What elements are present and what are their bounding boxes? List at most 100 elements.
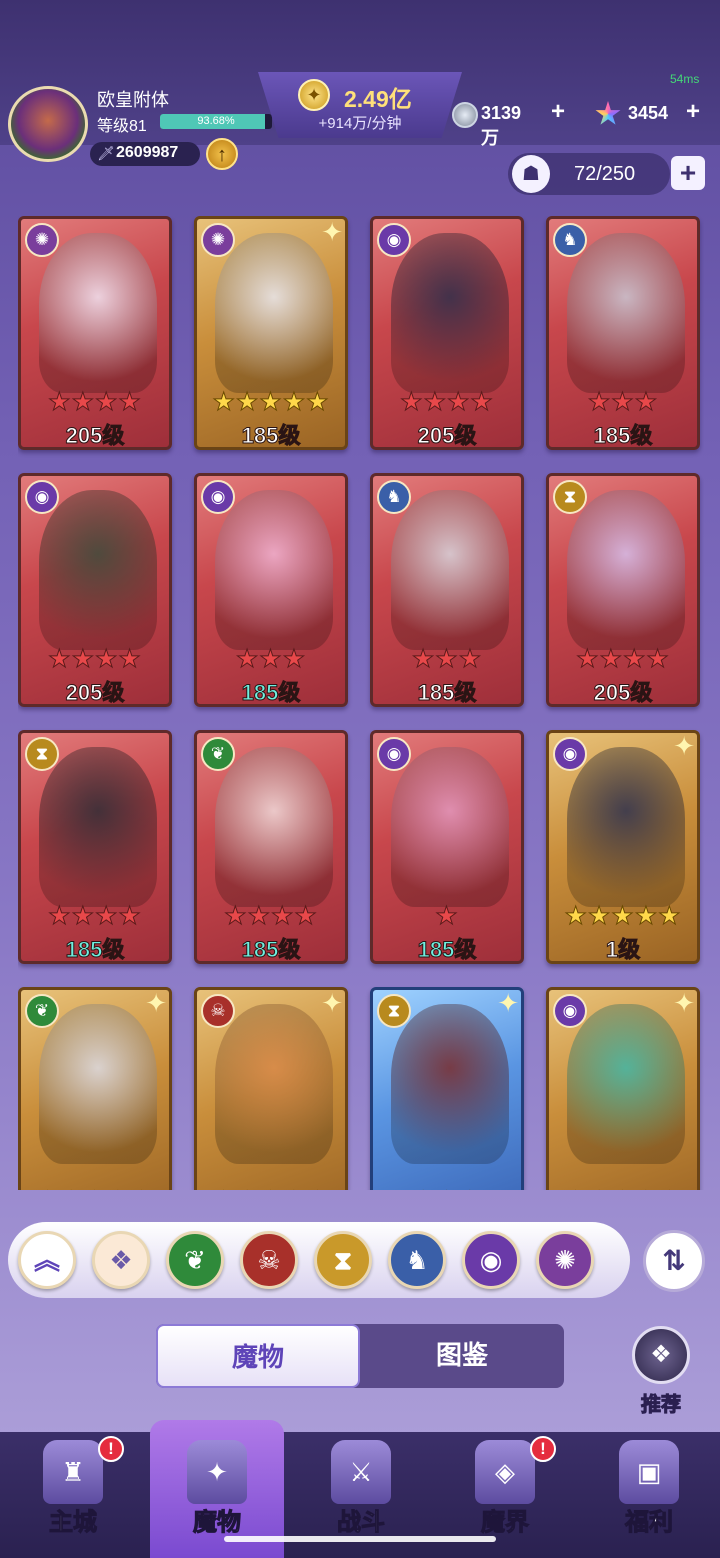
gold-value: 2.49亿	[344, 86, 412, 112]
monster-portrait	[215, 490, 333, 650]
silver-coin-icon	[452, 102, 478, 128]
monster-card[interactable]: ✺ ★★★★ 205级	[18, 216, 172, 450]
eye-faction-icon: ◉	[553, 737, 587, 771]
monster-card[interactable]: ♞ ★★★ 185级	[370, 473, 524, 707]
demon-mask-icon[interactable]: ☠	[240, 1231, 298, 1289]
monster-card[interactable]: ⧗ ★★★★ 185级	[18, 730, 172, 964]
dragon-faction-icon: ♞	[377, 480, 411, 514]
monster-portrait	[39, 490, 157, 650]
star-rating: ★★★★★	[549, 1186, 697, 1191]
monster-card[interactable]: ◉ ✦ ★★★★★	[546, 987, 700, 1190]
monster-portrait	[39, 233, 157, 393]
recommend-label[interactable]: 推荐	[632, 1388, 690, 1417]
monster-card[interactable]: ✺ ✦ ★★★★★ 185级	[194, 216, 348, 450]
hourglass-icon[interactable]: ⧗	[314, 1231, 372, 1289]
monster-card[interactable]: ⧗ ✦ ★★★	[370, 987, 524, 1190]
flame-star-icon: ✦	[187, 1440, 247, 1504]
star-rating: ★★★★	[48, 388, 142, 417]
expand-capacity-button[interactable]: +	[671, 156, 705, 190]
monster-portrait	[391, 233, 509, 393]
sort-button[interactable]: ⇅	[643, 1230, 705, 1292]
dragon-icon[interactable]: ♞	[388, 1231, 446, 1289]
monster-level: 185级	[417, 680, 477, 705]
sparkle-icon: ✦	[321, 217, 343, 247]
monster-portrait	[567, 1004, 685, 1164]
monster-level: 185级	[241, 423, 301, 448]
nav-item-welfare[interactable]: ▣ 福利	[582, 1432, 716, 1558]
monster-level: 205级	[417, 423, 477, 448]
star-rating: ★★★	[373, 1186, 521, 1191]
monster-level: 205级	[65, 680, 125, 705]
monster-level: 1级	[605, 937, 641, 962]
gold-coin-icon: ✦	[298, 79, 330, 111]
castle-icon: ♜	[43, 1440, 103, 1504]
monster-card[interactable]: ♞ ★★★ 185级	[546, 216, 700, 450]
leaf-icon[interactable]: ❦	[166, 1231, 224, 1289]
monster-portrait	[391, 1004, 509, 1164]
monster-card[interactable]: ◉ ★★★★ 205级	[18, 473, 172, 707]
monster-card[interactable]: ◉ ★ 185级	[370, 730, 524, 964]
eye-faction-icon: ◉	[553, 994, 587, 1028]
dragon-faction-icon: ♞	[553, 223, 587, 257]
power-display: 🗡 2609987	[90, 142, 200, 166]
level-up-button[interactable]: ↑	[206, 138, 238, 170]
swirl-icon[interactable]: ✺	[536, 1231, 594, 1289]
monster-card[interactable]: ☠ ✦ ★★★★★	[194, 987, 348, 1190]
eye-faction-icon: ◉	[25, 480, 59, 514]
monster-card[interactable]: ⧗ ★★★★ 205级	[546, 473, 700, 707]
monster-head-icon: ☗	[512, 155, 550, 193]
monster-capacity: ☗ 72/250	[508, 153, 670, 195]
alert-badge: !	[530, 1436, 556, 1462]
shield-sword-icon: ⚔	[331, 1440, 391, 1504]
monster-portrait	[567, 233, 685, 393]
exp-progress-bar: 93.68%	[160, 114, 272, 129]
ping-indicator: 54ms	[670, 72, 700, 86]
nav-label: 战斗	[337, 1509, 386, 1537]
sparkle-icon: ✦	[321, 988, 343, 1018]
add-gem-button[interactable]: +	[686, 98, 700, 126]
silver-value: 3139万	[481, 103, 522, 148]
star-rating: ★★★★	[224, 902, 318, 931]
home-indicator	[224, 1536, 496, 1542]
monster-portrait	[391, 747, 509, 907]
add-silver-button[interactable]: +	[551, 98, 565, 126]
player-avatar[interactable]	[8, 86, 88, 162]
star-rating: ★	[435, 902, 459, 931]
eye-faction-icon: ◉	[377, 223, 411, 257]
nav-item-main-city[interactable]: ♜ ! 主城	[6, 1432, 140, 1558]
player-level: 等级81	[97, 118, 147, 135]
hourglass-faction-icon: ⧗	[377, 994, 411, 1028]
monster-card[interactable]: ◉ ★★★ 185级	[194, 473, 348, 707]
star-rating: ★★★	[587, 388, 659, 417]
gold-panel[interactable]: ✦ 2.49亿 +914万/分钟	[258, 72, 462, 138]
capacity-value: 72/250	[574, 163, 636, 185]
monster-portrait	[39, 747, 157, 907]
star-rating: ★★★★	[48, 902, 142, 931]
light-faction-icon: ✺	[25, 223, 59, 257]
monster-card[interactable]: ◉ ✦ ★★★★★ 1级	[546, 730, 700, 964]
monster-card[interactable]: ❦ ✦ ★★★★★	[18, 987, 172, 1190]
monster-card[interactable]: ❦ ★★★★ 185级	[194, 730, 348, 964]
gem-value: 3454	[628, 103, 669, 123]
star-rating: ★★★★★	[197, 1186, 345, 1191]
nature-faction-icon: ❦	[201, 737, 235, 771]
diamond-grid-icon[interactable]: ❖	[92, 1231, 150, 1289]
sparkle-icon: ✦	[497, 988, 519, 1018]
eye-icon[interactable]: ◉	[462, 1231, 520, 1289]
tab-codex[interactable]: 图鉴	[360, 1324, 564, 1388]
monster-level: 185级	[417, 937, 477, 962]
view-tabs: 魔物 图鉴	[156, 1324, 564, 1388]
double-chevron-up-icon[interactable]: ︽	[18, 1231, 76, 1289]
star-rating: ★★★★	[400, 388, 494, 417]
star-rating: ★★★★★	[21, 1186, 169, 1191]
monster-level: 185级	[241, 680, 301, 705]
nav-label: 福利	[625, 1509, 674, 1537]
hourglass-faction-icon: ⧗	[553, 480, 587, 514]
monster-card[interactable]: ◉ ★★★★ 205级	[370, 216, 524, 450]
monster-level: 185级	[593, 423, 653, 448]
star-rating: ★★★★★	[212, 388, 330, 417]
monster-level: 205级	[593, 680, 653, 705]
tab-monsters[interactable]: 魔物	[156, 1324, 360, 1388]
nav-label: 魔界	[481, 1509, 530, 1537]
recommend-icon[interactable]: ❖	[632, 1326, 690, 1384]
